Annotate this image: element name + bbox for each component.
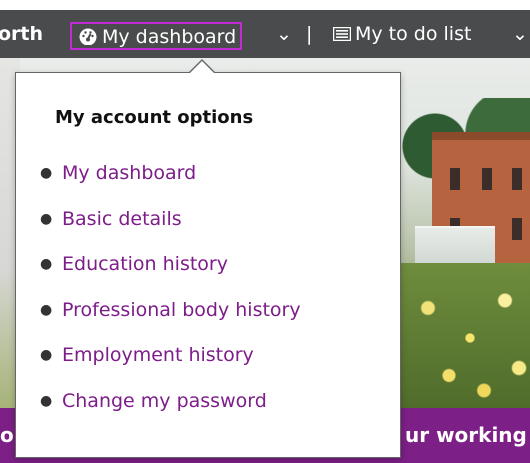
dropdown-pointer [190, 61, 214, 73]
chevron-down-icon[interactable]: ⌄ [512, 10, 528, 58]
banner-text-right: ur working [405, 423, 527, 447]
account-options-list: ● My dashboard ● Basic details ● Education … [40, 159, 301, 433]
top-nav-bar: orth My dashboard ⌄ | My to do list ⌄ [0, 10, 530, 58]
list-item: ● Employment history [40, 344, 254, 367]
list-item: ● Education history [40, 253, 228, 276]
menu-link-professional-body-history[interactable]: Professional body history [62, 299, 301, 321]
my-dashboard-label: My dashboard [102, 26, 237, 48]
list-item: ● Professional body history [40, 298, 301, 321]
menu-link-employment-history[interactable]: Employment history [62, 344, 254, 366]
my-to-do-list-label: My to do list [355, 23, 472, 45]
list-item: ● Change my password [40, 389, 267, 412]
list-item: ● Basic details [40, 207, 182, 230]
dashboard-gauge-icon [78, 26, 98, 52]
menu-link-my-dashboard[interactable]: My dashboard [62, 162, 196, 184]
account-options-dropdown: My account options ● My dashboard ● Basic … [15, 59, 401, 458]
banner-text-left: o [0, 423, 14, 447]
dropdown-heading: My account options [55, 107, 254, 128]
menu-link-education-history[interactable]: Education history [62, 253, 228, 275]
user-name-fragment[interactable]: orth [0, 10, 43, 58]
chevron-down-icon[interactable]: ⌄ [276, 10, 292, 58]
my-to-do-list-menu-button[interactable]: My to do list [332, 10, 472, 59]
list-icon [332, 11, 352, 59]
list-item: ● My dashboard [40, 162, 197, 184]
my-dashboard-menu-button[interactable]: My dashboard [70, 22, 243, 52]
nav-separator: | [306, 23, 313, 45]
daffodil-lawn-image [400, 263, 530, 408]
menu-link-basic-details[interactable]: Basic details [62, 208, 182, 230]
menu-link-change-my-password[interactable]: Change my password [62, 390, 267, 412]
